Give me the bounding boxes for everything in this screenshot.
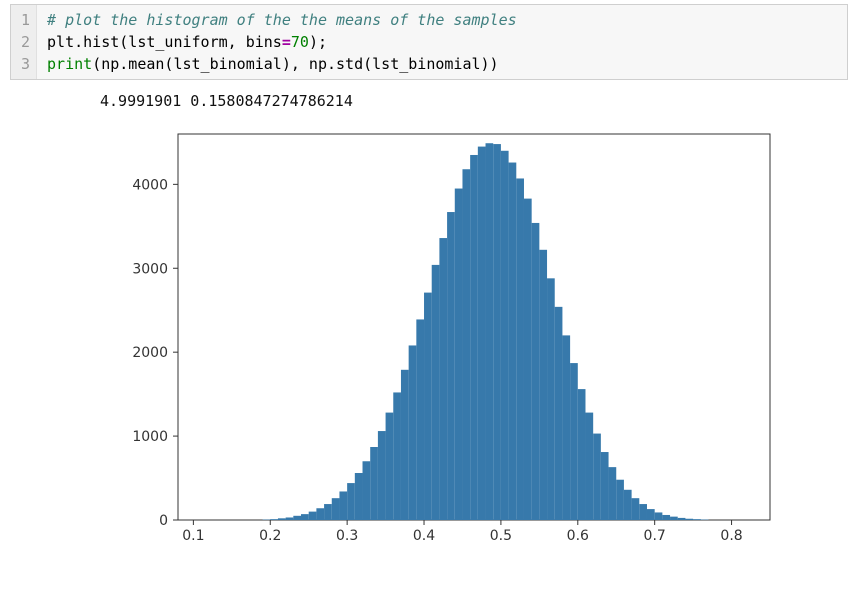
code-text: ); — [309, 33, 327, 51]
svg-text:0.8: 0.8 — [720, 528, 742, 544]
code-comment: # plot the histogram of the the means of… — [47, 11, 517, 29]
code-text: (np.mean(lst_binomial), np.std(lst_binom… — [92, 55, 498, 73]
svg-text:0.1: 0.1 — [182, 528, 204, 544]
line-number-gutter: 1 2 3 — [11, 5, 37, 79]
svg-text:0.4: 0.4 — [413, 528, 435, 544]
stdout-output: 4.9991901 0.1580847274786214 — [100, 92, 858, 110]
svg-text:0.3: 0.3 — [336, 528, 358, 544]
line-number: 1 — [21, 9, 30, 31]
svg-text:0.2: 0.2 — [259, 528, 281, 544]
svg-text:1000: 1000 — [132, 429, 168, 445]
svg-text:4000: 4000 — [132, 177, 168, 193]
svg-text:0.6: 0.6 — [567, 528, 589, 544]
code-op: = — [282, 33, 291, 51]
histogram-plot: 0.1 0.2 0.3 0.4 0.5 0.6 0.7 0.8 0 1000 2000 3000 400… — [100, 124, 780, 554]
svg-text:0.7: 0.7 — [644, 528, 666, 544]
chart-svg: 0.1 0.2 0.3 0.4 0.5 0.6 0.7 0.8 0 1000 2000 3000 400… — [100, 124, 780, 554]
code-number: 70 — [291, 33, 309, 51]
code-builtin: print — [47, 55, 92, 73]
svg-text:3000: 3000 — [132, 261, 168, 277]
svg-text:2000: 2000 — [132, 345, 168, 361]
code-text: plt.hist(lst_uniform, bins — [47, 33, 282, 51]
code-area[interactable]: # plot the histogram of the the means of… — [37, 5, 847, 79]
line-number: 3 — [21, 53, 30, 75]
svg-text:0.5: 0.5 — [490, 528, 512, 544]
svg-text:0: 0 — [159, 513, 168, 529]
code-cell: 1 2 3 # plot the histogram of the the me… — [10, 4, 848, 80]
line-number: 2 — [21, 31, 30, 53]
